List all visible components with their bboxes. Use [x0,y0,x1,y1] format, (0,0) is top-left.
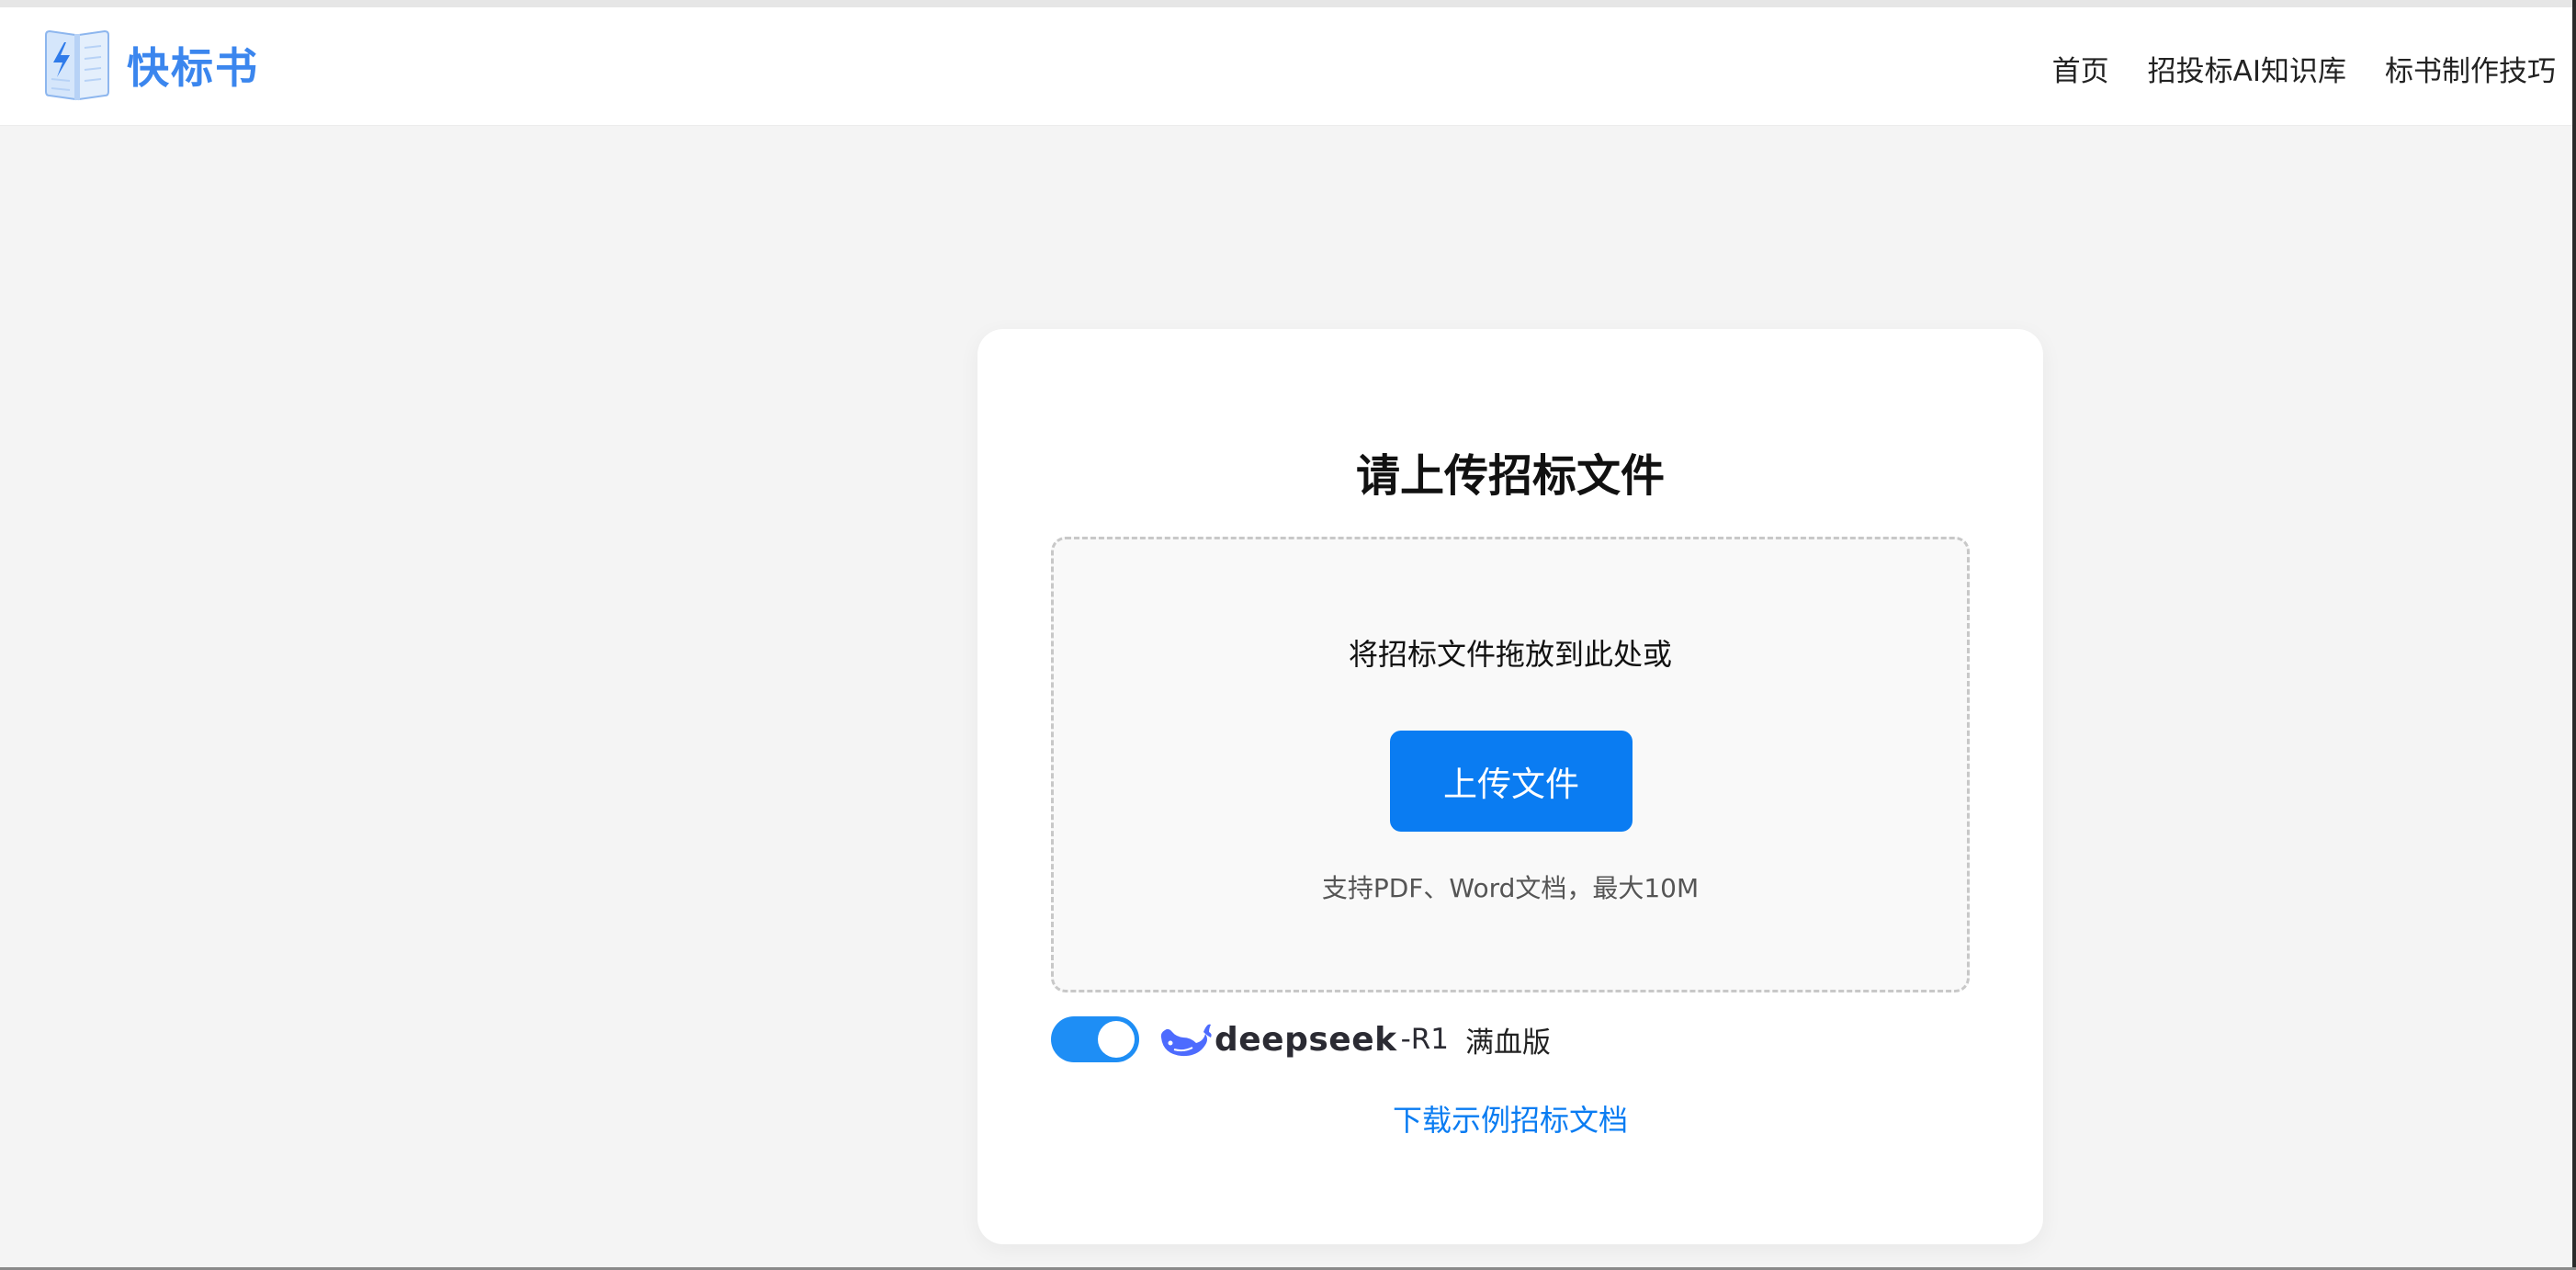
logo-text: 快标书 [127,43,259,93]
model-variant: -R1 [1400,1023,1450,1056]
logo-link[interactable]: 快标书 [40,26,259,105]
top-border [0,0,2576,7]
upload-file-button[interactable]: 上传文件 [1390,731,1633,832]
file-dropzone[interactable]: 将招标文件拖放到此处或 上传文件 支持PDF、Word文档，最大10M [1051,537,1970,992]
deepseek-whale-icon [1160,1024,1212,1057]
dropzone-text: 将招标文件拖放到此处或 [1348,637,1672,672]
book-lightning-icon [45,29,109,101]
nav-item-knowledge-base[interactable]: 招投标AI知识库 [2148,48,2346,89]
file-format-hint: 支持PDF、Word文档，最大10M [1321,873,1700,903]
top-nav: 首页 招投标AI知识库 标书制作技巧 [2014,48,2556,89]
nav-item-home[interactable]: 首页 [2052,48,2109,89]
nav-item-tips[interactable]: 标书制作技巧 [2385,48,2556,89]
model-suffix: 满血版 [1465,1026,1552,1060]
download-sample-link[interactable]: 下载示例招标文档 [977,1097,2043,1140]
page-title: 请上传招标文件 [1355,450,1665,502]
deepseek-brand: deepseek [1215,1020,1397,1059]
toggle-knob [1098,1021,1135,1058]
model-selector: deepseek -R1 满血版 [1051,1016,1551,1062]
upload-card: 请上传招标文件 将招标文件拖放到此处或 上传文件 支持PDF、Word文档，最大… [977,329,2043,1244]
deepseek-toggle[interactable] [1051,1016,1139,1062]
site-header: 快标书 首页 招投标AI知识库 标书制作技巧 [0,7,2576,125]
window-right-edge [2572,0,2576,1270]
